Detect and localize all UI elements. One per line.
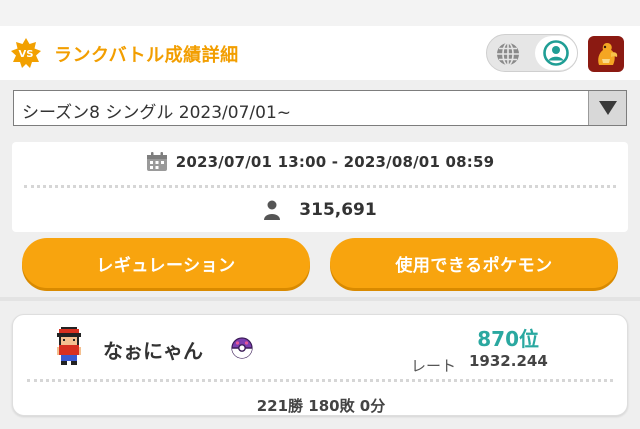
rate-label: レート [411,357,457,375]
trainer-avatar-icon[interactable] [588,36,624,72]
person-icon [263,200,281,220]
player-name: なぉにゃん [103,339,203,363]
view-toggle[interactable] [486,34,578,72]
calendar-icon [146,152,168,172]
regulation-button[interactable]: レギュレーション [22,238,310,288]
trainer-sprite-icon [51,327,87,367]
top-strip [0,0,640,26]
usable-pokemon-button[interactable]: 使用できるポケモン [330,238,618,288]
dotted-divider [24,185,616,188]
player-record-card[interactable]: なぉにゃん 870位 レート 1932.244 221勝 180敗 0分 [12,314,628,416]
svg-text:VS: VS [19,49,34,60]
player-count-row: 315,691 [12,196,628,224]
rate-value: 1932.244 [469,352,548,370]
user-circle-icon[interactable] [535,36,577,70]
header-bar: VS ランクバトル成績詳細 [0,26,640,80]
player-rank: 870位 [477,327,539,351]
vs-badge-icon: VS [10,37,42,69]
page-title: ランクバトル成績詳細 [54,45,239,66]
season-select[interactable]: シーズン8 シングル 2023/07/01~ [13,90,627,126]
season-period-row: 2023/07/01 13:00 - 2023/08/01 08:59 [12,149,628,175]
globe-icon[interactable] [495,41,521,67]
season-select-value: シーズン8 シングル 2023/07/01~ [22,103,291,123]
win-loss-record: 221勝 180敗 0分 [256,397,386,415]
triangle-down-icon[interactable] [588,91,626,125]
section-separator [0,297,640,301]
player-count-text: 315,691 [299,200,377,220]
season-period-text: 2023/07/01 13:00 - 2023/08/01 08:59 [175,153,495,171]
season-info-panel: 2023/07/01 13:00 - 2023/08/01 08:59 315,… [12,142,628,232]
master-ball-icon [231,337,253,359]
dotted-divider [27,379,613,382]
